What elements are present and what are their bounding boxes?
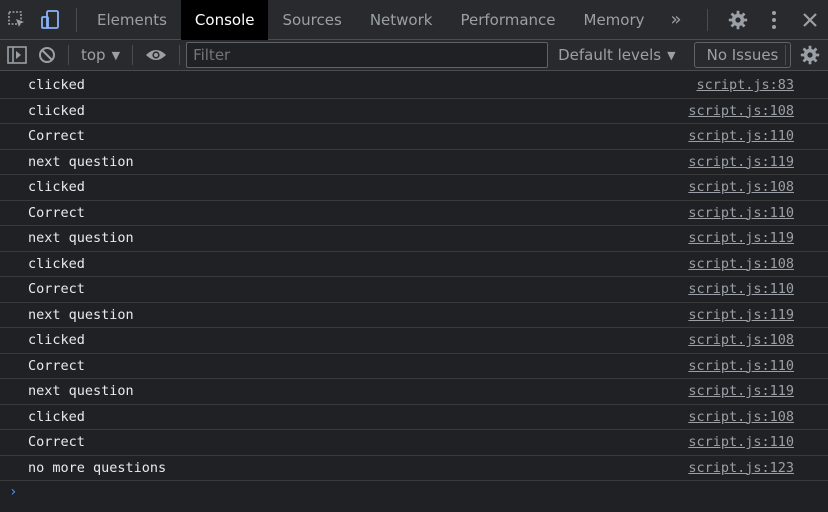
- context-selector[interactable]: top ▼: [75, 40, 126, 70]
- log-message: clicked: [28, 332, 85, 349]
- log-row: no more questions script.js:123: [0, 456, 828, 481]
- log-message: no more questions: [28, 459, 167, 476]
- console-log: clicked script.js:83 clicked script.js:108 C…: [0, 73, 828, 481]
- log-row: next question script.js:119: [0, 226, 828, 252]
- console-prompt[interactable]: ›: [9, 484, 17, 500]
- log-source-link[interactable]: script.js:108: [688, 409, 794, 425]
- log-levels-dropdown[interactable]: Default levels ▼: [558, 46, 676, 64]
- log-source-link[interactable]: script.js:108: [688, 332, 794, 348]
- log-source-link[interactable]: script.js:119: [688, 307, 794, 323]
- toolbar-divider: [785, 45, 786, 65]
- log-message: Correct: [28, 434, 85, 451]
- toolbar-divider: [76, 7, 77, 32]
- tab-elements[interactable]: Elements: [83, 0, 181, 40]
- log-row: Correct script.js:110: [0, 124, 828, 150]
- log-row: Correct script.js:110: [0, 201, 828, 226]
- log-source-link[interactable]: script.js:83: [696, 77, 794, 93]
- more-options-kebab-icon[interactable]: [756, 0, 792, 40]
- log-row: clicked script.js:108: [0, 175, 828, 201]
- log-message: clicked: [28, 179, 85, 196]
- log-message: clicked: [28, 102, 85, 119]
- device-toolbar-icon[interactable]: [34, 0, 68, 40]
- log-message: clicked: [28, 77, 85, 94]
- issues-button[interactable]: No Issues: [693, 42, 792, 68]
- log-row: clicked script.js:108: [0, 252, 828, 277]
- log-row: Correct script.js:110: [0, 430, 828, 456]
- toolbar-divider: [68, 45, 69, 65]
- log-row: clicked script.js:108: [0, 405, 828, 430]
- log-message: next question: [28, 306, 134, 323]
- log-row: clicked script.js:108: [0, 328, 828, 354]
- log-row: next question script.js:119: [0, 150, 828, 175]
- log-source-link[interactable]: script.js:119: [688, 230, 794, 246]
- console-toolbar: top ▼ Default levels ▼ No Issues: [0, 40, 828, 71]
- inspect-element-icon[interactable]: [0, 0, 34, 40]
- log-source-link[interactable]: script.js:108: [688, 103, 794, 119]
- log-source-link[interactable]: script.js:110: [688, 281, 794, 297]
- tab-sources[interactable]: Sources: [268, 0, 355, 40]
- toolbar-divider: [179, 45, 181, 65]
- log-source-link[interactable]: script.js:119: [688, 383, 794, 399]
- toolbar-divider: [132, 45, 134, 65]
- log-row: next question script.js:119: [0, 379, 828, 405]
- tab-network[interactable]: Network: [356, 0, 447, 40]
- log-message: Correct: [28, 204, 85, 221]
- show-sidebar-icon[interactable]: [2, 40, 32, 70]
- tab-console[interactable]: Console: [180, 0, 269, 40]
- clear-console-icon[interactable]: [32, 40, 62, 70]
- caret-down-icon: ▼: [667, 48, 676, 62]
- settings-gear-icon[interactable]: [720, 0, 756, 40]
- close-icon[interactable]: [792, 0, 828, 40]
- log-row: Correct script.js:110: [0, 277, 828, 303]
- log-message: next question: [28, 230, 134, 247]
- log-message: next question: [28, 383, 134, 400]
- log-message: clicked: [28, 408, 85, 425]
- toolbar-divider: [707, 9, 708, 31]
- log-row: Correct script.js:110: [0, 354, 828, 379]
- log-source-link[interactable]: script.js:123: [688, 460, 794, 476]
- tab-performance[interactable]: Performance: [446, 0, 569, 40]
- context-label: top: [81, 46, 106, 64]
- log-row: clicked script.js:83: [0, 73, 828, 99]
- log-source-link[interactable]: script.js:119: [688, 154, 794, 170]
- log-source-link[interactable]: script.js:108: [688, 256, 794, 272]
- log-row: next question script.js:119: [0, 303, 828, 328]
- log-row: clicked script.js:108: [0, 99, 828, 124]
- log-levels-label: Default levels: [558, 46, 662, 64]
- more-tabs-chevron-icon[interactable]: »: [659, 0, 694, 40]
- log-source-link[interactable]: script.js:110: [688, 358, 794, 374]
- log-message: Correct: [28, 357, 85, 374]
- devtools-tabbar: Elements Console Sources Network Perform…: [0, 0, 828, 40]
- filter-input[interactable]: [186, 42, 549, 68]
- log-message: next question: [28, 153, 134, 170]
- log-message: Correct: [28, 281, 85, 298]
- log-source-link[interactable]: script.js:110: [688, 205, 794, 221]
- log-message: Correct: [28, 128, 85, 145]
- log-source-link[interactable]: script.js:108: [688, 179, 794, 195]
- caret-down-icon: ▼: [111, 48, 121, 62]
- log-message: clicked: [28, 255, 85, 272]
- log-source-link[interactable]: script.js:110: [688, 128, 794, 144]
- console-settings-gear-icon[interactable]: [792, 40, 828, 70]
- tab-memory[interactable]: Memory: [570, 0, 659, 40]
- log-source-link[interactable]: script.js:110: [688, 434, 794, 450]
- live-expression-eye-icon[interactable]: [139, 40, 173, 70]
